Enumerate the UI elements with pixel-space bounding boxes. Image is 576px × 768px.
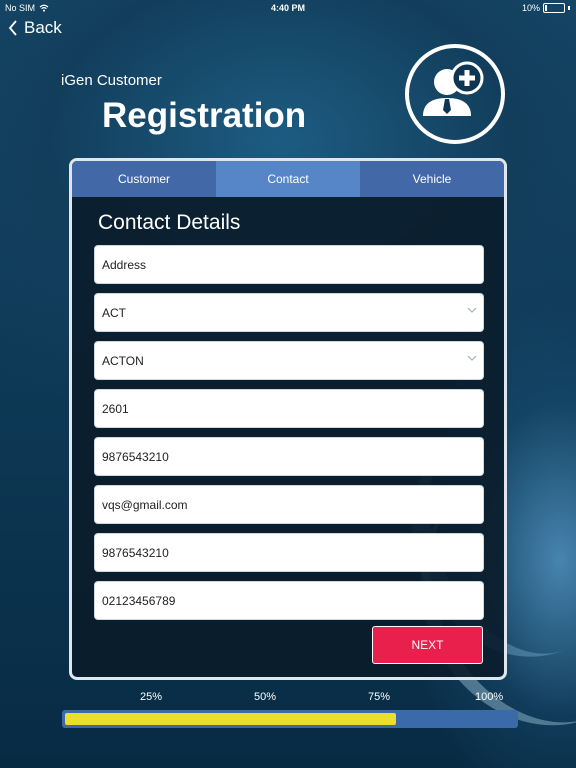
address-field[interactable]: Address [94, 245, 484, 284]
progress-bar [62, 710, 518, 728]
battery-fill [545, 5, 547, 11]
progress-label-25: 25% [140, 691, 163, 703]
other-phone-field[interactable]: 02123456789 [94, 581, 484, 620]
state-select[interactable]: ACT [94, 293, 484, 332]
chevron-down-icon [467, 355, 477, 361]
tab-contact[interactable]: Contact [216, 161, 360, 197]
tab-bar: Customer Contact Vehicle [72, 161, 504, 197]
next-button[interactable]: NEXT [372, 626, 483, 664]
battery-tip [568, 6, 570, 10]
section-title: Contact Details [98, 211, 241, 234]
progress-label-100: 100% [475, 691, 504, 703]
back-button[interactable]: Back [8, 18, 62, 38]
battery-icon [543, 3, 565, 13]
status-bar: No SIM 4:40 PM 10% [0, 0, 576, 16]
phone-field[interactable]: 9876543210 [94, 437, 484, 476]
battery-percent: 10% [521, 3, 540, 13]
chevron-down-icon [467, 307, 477, 313]
mobile-field[interactable]: 9876543210 [94, 533, 484, 572]
progress-fill [65, 713, 396, 725]
tab-vehicle[interactable]: Vehicle [360, 161, 504, 197]
email-field[interactable]: vqs@gmail.com [94, 485, 484, 524]
page-title: Registration [102, 96, 307, 135]
chevron-left-icon [8, 20, 17, 36]
back-label: Back [24, 18, 62, 37]
registration-card: Customer Contact Vehicle Contact Details… [69, 158, 507, 680]
page-subtitle: iGen Customer [61, 72, 162, 89]
progress-label-75: 75% [368, 691, 391, 703]
status-time: 4:40 PM [270, 3, 305, 13]
suburb-value: ACTON [102, 353, 144, 368]
suburb-select[interactable]: ACTON [94, 341, 484, 380]
tab-customer[interactable]: Customer [72, 161, 216, 197]
postcode-field[interactable]: 2601 [94, 389, 484, 428]
add-user-icon [405, 44, 505, 144]
state-value: ACT [102, 305, 126, 320]
progress-label-50: 50% [254, 691, 277, 703]
